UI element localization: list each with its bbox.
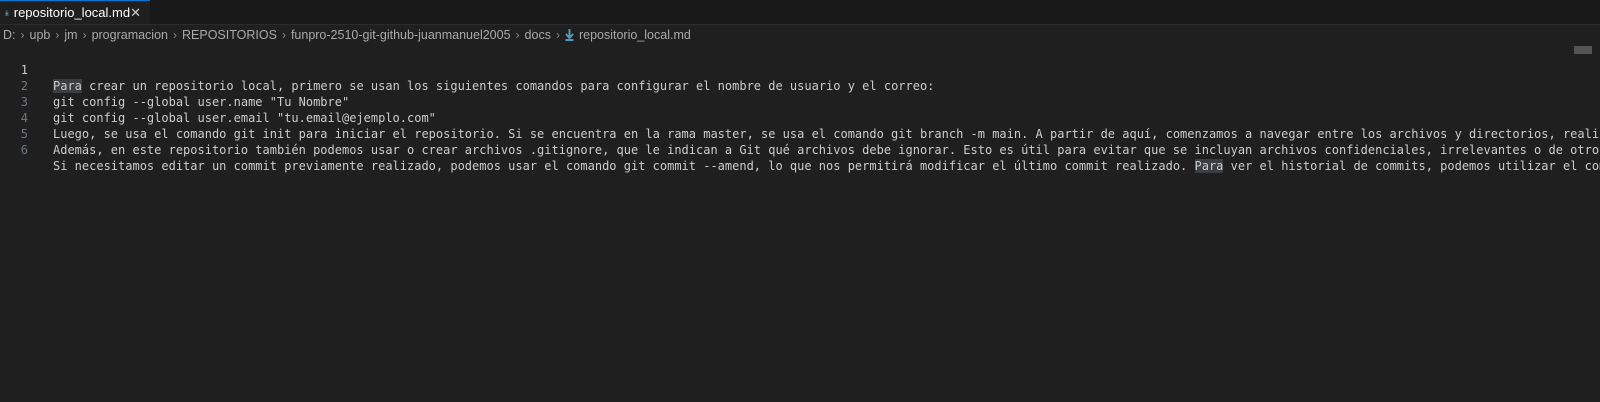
- breadcrumb-item-jm[interactable]: jm: [64, 28, 77, 42]
- chevron-right-icon: ›: [55, 28, 60, 42]
- editor-line[interactable]: 6 Si necesitamos editar un commit previa…: [0, 126, 1600, 173]
- breadcrumb-item-repositorios[interactable]: REPOSITORIOS: [182, 28, 277, 42]
- breadcrumb-item-programacion[interactable]: programacion: [92, 28, 168, 42]
- chevron-right-icon: ›: [515, 28, 520, 42]
- breadcrumb: D: › upb › jm › programacion › REPOSITOR…: [0, 25, 1600, 45]
- editor-line[interactable]: 4 Luego, se usa el comando git init para…: [0, 94, 1600, 141]
- line-text: Además, en este repositorio también pode…: [53, 143, 1600, 157]
- line-text: git config --global user.email "tu.email…: [53, 111, 436, 125]
- editor-line[interactable]: 1 Para crear un repositorio local, prime…: [0, 46, 1545, 93]
- editor-line[interactable]: 5 Además, en este repositorio también po…: [0, 110, 1599, 157]
- breadcrumb-item-file[interactable]: repositorio_local.md: [579, 28, 691, 42]
- chevron-right-icon: ›: [20, 28, 25, 42]
- line-text-body: ver el historial de commits, podemos uti…: [1223, 159, 1600, 173]
- minimap[interactable]: [1574, 46, 1592, 54]
- markdown-icon: [5, 10, 9, 15]
- breadcrumb-item-repo[interactable]: funpro-2510-git-github-juanmanuel2005: [291, 28, 511, 42]
- tab-label: repositorio_local.md: [13, 5, 131, 20]
- breadcrumb-item-upb[interactable]: upb: [30, 28, 51, 42]
- line-text: Para crear un repositorio local, primero…: [53, 78, 934, 94]
- tab-bar: repositorio_local.md ✕: [0, 0, 1600, 25]
- tab-repositorio-local[interactable]: repositorio_local.md ✕: [0, 0, 150, 24]
- close-icon[interactable]: ✕: [130, 5, 141, 21]
- editor[interactable]: 1 Para crear un repositorio local, prime…: [0, 46, 1600, 402]
- breadcrumb-item-drive[interactable]: D:: [3, 28, 16, 42]
- markdown-icon: [565, 29, 574, 41]
- breadcrumb-item-docs[interactable]: docs: [525, 28, 551, 42]
- chevron-right-icon: ›: [82, 28, 87, 42]
- line-text-body: Si necesitamos editar un commit previame…: [53, 159, 1195, 173]
- chevron-right-icon: ›: [555, 28, 560, 42]
- line-text: Luego, se usa el comando git init para i…: [53, 127, 1600, 141]
- line-text: git config --global user.name "Tu Nombre…: [53, 95, 350, 109]
- editor-line[interactable]: 3 git config --global user.email "tu.ema…: [0, 78, 436, 125]
- highlighted-word: Para: [53, 79, 82, 93]
- chevron-right-icon: ›: [281, 28, 286, 42]
- editor-line[interactable]: 2 git config --global user.name "Tu Nomb…: [0, 62, 349, 109]
- highlighted-word: Para: [1194, 159, 1224, 173]
- line-text-body: crear un repositorio local, primero se u…: [81, 79, 935, 93]
- line-text: Si necesitamos editar un commit previame…: [53, 158, 1600, 174]
- chevron-right-icon: ›: [173, 28, 177, 42]
- line-number: 6: [20, 143, 28, 157]
